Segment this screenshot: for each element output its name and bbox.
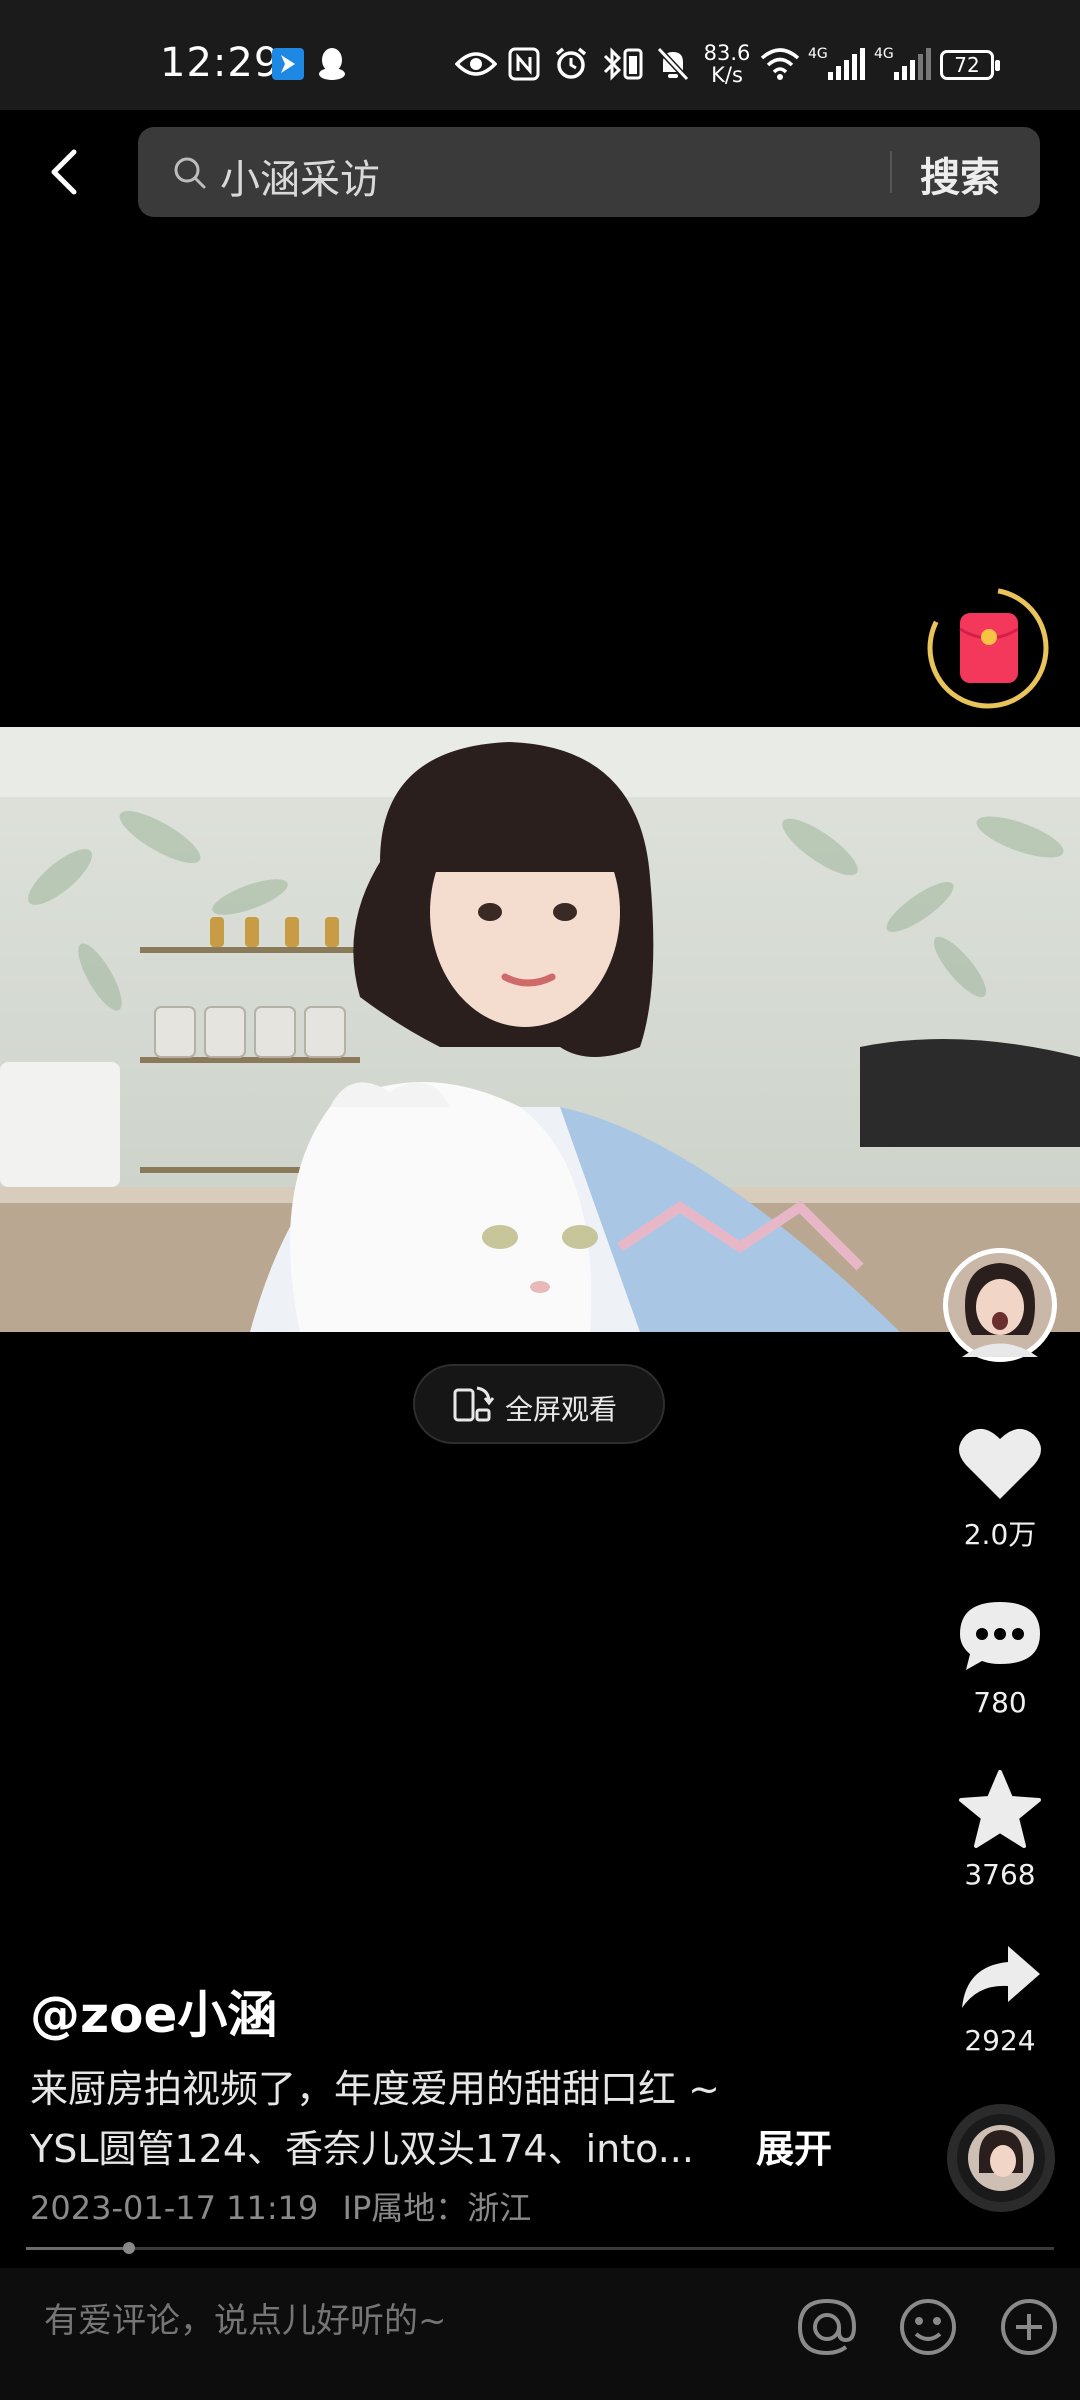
alarm-icon — [552, 44, 590, 84]
add-button[interactable] — [998, 2296, 1060, 2358]
status-time: 12:29 — [160, 40, 281, 86]
share-count: 2924 — [964, 2024, 1036, 2057]
post-description-line2: YSL圆管124、香奈儿双头174、into... — [30, 2127, 694, 2171]
plus-icon — [1001, 2299, 1057, 2355]
red-envelope-icon — [959, 613, 1019, 683]
heart-icon — [959, 1428, 1041, 1499]
mute-icon — [654, 44, 692, 84]
bluetooth-icon — [598, 44, 646, 84]
chevron-left-icon — [51, 149, 77, 195]
favorite-button[interactable]: 3768 — [940, 1770, 1060, 1900]
comment-button[interactable]: 780 — [940, 1598, 1060, 1728]
smiley-icon — [900, 2299, 956, 2355]
star-icon — [959, 1770, 1041, 1848]
qq-icon — [314, 44, 350, 84]
like-button[interactable]: 2.0万 — [940, 1425, 1060, 1555]
video-progress-fill — [26, 2247, 129, 2250]
fullscreen-button[interactable]: 全屏观看 — [413, 1364, 665, 1444]
author-avatar[interactable] — [940, 1245, 1060, 1365]
author-name[interactable]: @zoe小涵 — [30, 1975, 277, 2047]
video-progress-thumb[interactable] — [123, 2242, 135, 2254]
music-disc-button[interactable] — [946, 2103, 1056, 2213]
app-notification-icon — [270, 44, 306, 84]
red-packet-widget[interactable] — [925, 585, 1051, 711]
battery-indicator: 72 — [940, 50, 1000, 80]
search-button[interactable]: 搜索 — [920, 145, 1000, 203]
comment-input[interactable] — [42, 2300, 746, 2342]
post-description-line1: 来厨房拍视频了，年度爱用的甜甜口红 ~ — [30, 2067, 720, 2111]
nfc-icon — [506, 44, 542, 84]
search-input[interactable]: 小涵采访 — [220, 147, 380, 205]
signal-2-icon: 4G — [874, 44, 934, 84]
network-speed: 83.6 K/s — [703, 41, 751, 87]
comment-bar — [0, 2268, 1080, 2400]
mention-button[interactable] — [796, 2296, 858, 2358]
emoji-button[interactable] — [897, 2296, 959, 2358]
expand-description-button[interactable]: 展开 — [756, 2118, 832, 2173]
wifi-icon — [760, 44, 800, 84]
signal-1-icon: 4G — [808, 44, 868, 84]
post-meta: 2023-01-17 11:19 IP属地：浙江 — [30, 2183, 531, 2229]
fullscreen-label: 全屏观看 — [505, 1393, 618, 1426]
video-frame-image — [0, 727, 1080, 1332]
video-progress-track[interactable] — [26, 2247, 1054, 2250]
status-bar: 12:29 83.6 K/s 4G 4G 72 — [0, 0, 1080, 110]
search-icon — [172, 155, 208, 195]
rotate-screen-icon — [449, 1382, 495, 1432]
post-ip-location: IP属地：浙江 — [342, 2189, 532, 2227]
eye-icon — [454, 44, 498, 84]
at-sign-icon — [797, 2298, 857, 2356]
share-arrow-icon — [962, 1946, 1040, 2008]
search-bar[interactable]: 小涵采访 搜索 — [138, 127, 1040, 217]
share-button[interactable]: 2924 — [940, 1942, 1060, 2072]
like-count: 2.0万 — [963, 1518, 1037, 1551]
search-divider — [890, 151, 892, 193]
comment-bubble-icon — [960, 1602, 1040, 1670]
post-date: 2023-01-17 11:19 — [30, 2189, 319, 2227]
comment-count: 780 — [973, 1686, 1027, 1719]
back-button[interactable] — [38, 140, 94, 204]
video-player[interactable] — [0, 727, 1080, 1332]
favorite-count: 3768 — [964, 1858, 1036, 1891]
